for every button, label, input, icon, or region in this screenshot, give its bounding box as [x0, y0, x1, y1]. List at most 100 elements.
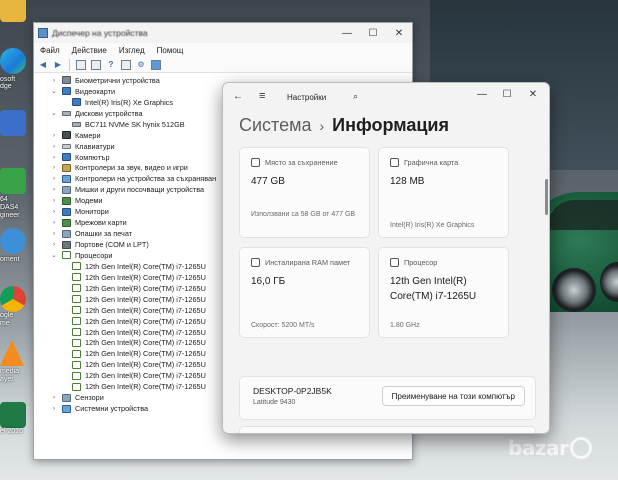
device-icon: [62, 131, 71, 140]
device-icon: [62, 185, 71, 194]
card-subtext: 1.80 GHz: [390, 322, 420, 329]
chevron-right-icon[interactable]: ›: [50, 143, 58, 150]
rename-pc-button[interactable]: Преименуване на този компютър: [381, 386, 525, 406]
chevron-right-icon[interactable]: ›: [50, 241, 58, 248]
chevron-right-icon[interactable]: ›: [50, 186, 58, 193]
tree-label: Биометрични устройства: [75, 75, 160, 85]
device-name-card: DESKTOP-0P2JB5K Latitude 9430 Преименува…: [239, 376, 536, 420]
vlc-icon[interactable]: [0, 340, 24, 366]
desktop-icon-label: media ayer: [0, 368, 20, 383]
excel-icon[interactable]: [0, 402, 26, 428]
chevron-down-icon[interactable]: ⌄: [50, 251, 58, 259]
chevron-right-icon[interactable]: ›: [50, 394, 58, 401]
device-model: Latitude 9430: [253, 399, 296, 406]
menu-view[interactable]: Изглед: [119, 46, 145, 55]
back-arrow-icon[interactable]: ◀: [37, 59, 49, 71]
chevron-down-icon[interactable]: ⌄: [50, 87, 58, 95]
app-icon[interactable]: [0, 110, 26, 136]
device-icon: [62, 76, 71, 85]
minimize-icon[interactable]: —: [475, 89, 489, 100]
device-manager-titlebar[interactable]: Диспечер на устройства — ☐ ✕: [34, 23, 412, 43]
tree-label: 12th Gen Intel(R) Core(TM) i7-1265U: [85, 349, 206, 359]
maximize-icon[interactable]: ☐: [360, 28, 386, 39]
wallpaper-car-window: [548, 200, 618, 230]
chevron-right-icon[interactable]: ›: [50, 164, 58, 171]
yellow-folder-icon[interactable]: [0, 0, 26, 22]
chevron-right-icon[interactable]: ›: [50, 230, 58, 237]
chevron-right-icon[interactable]: ›: [50, 405, 58, 412]
scan-hardware-icon[interactable]: ⚙: [135, 59, 147, 71]
bazar-watermark-ring: [570, 437, 593, 459]
device-icon: [62, 251, 71, 260]
desktop-icon-label: ogle me: [0, 312, 14, 327]
page-title: Информация: [332, 115, 449, 135]
settings-window: ← ≡ Настройки ⌕ — ☐ ✕ Система › Информац…: [222, 82, 550, 434]
menu-action[interactable]: Действие: [72, 46, 107, 55]
card-subtext: Използвани са 58 GB от 477 GB: [251, 211, 356, 218]
tree-label: Опашки за печат: [75, 229, 133, 239]
device-icon: [62, 110, 71, 116]
device-icon: [62, 174, 71, 183]
scrollbar[interactable]: [545, 179, 548, 215]
wallpaper-car-wheel: [552, 268, 596, 312]
chevron-right-icon[interactable]: ›: [50, 219, 58, 226]
device-icon: [72, 121, 81, 127]
maximize-icon[interactable]: ☐: [500, 89, 514, 100]
menu-help[interactable]: Помощ: [157, 46, 184, 55]
back-arrow-icon[interactable]: ←: [233, 91, 243, 102]
tree-label: Монитори: [75, 207, 109, 217]
toolbar-separator: [69, 58, 70, 71]
properties-icon[interactable]: [90, 59, 102, 71]
chevron-right-icon[interactable]: ›: [50, 154, 58, 161]
chevron-right-icon[interactable]: ›: [50, 208, 58, 215]
device-icon: [62, 393, 71, 402]
tree-label: 12th Gen Intel(R) Core(TM) i7-1265U: [85, 327, 206, 337]
card-label: Графична карта: [404, 158, 459, 167]
show-hide-tree-icon[interactable]: [75, 59, 87, 71]
mobaxterm-icon[interactable]: [0, 168, 26, 194]
tree-label: Дискови устройства: [75, 108, 143, 118]
device-icon: [72, 284, 81, 293]
device-icon: [62, 143, 71, 149]
tree-label: 12th Gen Intel(R) Core(TM) i7-1265U: [85, 283, 206, 293]
menu-file[interactable]: Файл: [40, 46, 60, 55]
tree-label: Компютър: [75, 152, 110, 162]
breadcrumb-parent[interactable]: Система: [239, 115, 312, 136]
tree-label: 12th Gen Intel(R) Core(TM) i7-1265U: [85, 261, 206, 271]
google-chrome-icon[interactable]: [0, 286, 26, 312]
help-icon[interactable]: ?: [105, 59, 117, 71]
tree-label: Системни устройства: [75, 404, 149, 414]
settings-app-title: Настройки: [287, 93, 327, 102]
card-label: Инсталирана RAM памет: [265, 258, 351, 267]
update-driver-icon[interactable]: [120, 59, 132, 71]
processor-icon: [390, 258, 399, 267]
device-icon: [72, 98, 81, 107]
minimize-icon[interactable]: —: [334, 28, 360, 39]
chevron-right-icon[interactable]: ›: [50, 77, 58, 84]
device-specs-card[interactable]: [239, 426, 536, 433]
chevron-right-icon[interactable]: ›: [50, 197, 58, 204]
tree-label: Контролери за звук, видео и игри: [75, 163, 188, 173]
graphics-card: Графична карта 128 MB Intel(R) Iris(R) X…: [378, 147, 509, 238]
search-icon[interactable]: ⌕: [353, 91, 358, 102]
device-icon: [62, 196, 71, 205]
microsoft-edge-icon[interactable]: [0, 48, 26, 74]
forward-arrow-icon[interactable]: ▶: [52, 59, 64, 71]
device-icon: [72, 306, 81, 315]
hamburger-menu-icon[interactable]: ≡: [259, 90, 265, 102]
chevron-right-icon[interactable]: ›: [50, 132, 58, 139]
close-icon[interactable]: ✕: [526, 89, 540, 100]
card-value: 16,0 ГБ: [251, 276, 286, 287]
monitor-icon[interactable]: [150, 59, 162, 71]
settings-titlebar[interactable]: ← ≡ Настройки ⌕ — ☐ ✕: [223, 83, 549, 111]
card-label: Процесор: [404, 258, 438, 267]
tree-label: 12th Gen Intel(R) Core(TM) i7-1265U: [85, 305, 206, 315]
chevron-down-icon[interactable]: ⌄: [50, 109, 58, 117]
close-icon[interactable]: ✕: [386, 28, 412, 39]
tree-label: BC711 NVMe SK hynix 512GB: [85, 119, 185, 129]
tree-label: Контролери на устройства за съхраняван: [75, 174, 217, 184]
app-q-icon[interactable]: [0, 228, 26, 254]
chevron-right-icon[interactable]: ›: [50, 175, 58, 182]
device-icon: [62, 229, 71, 238]
tree-label: Клавиатури: [75, 141, 115, 151]
